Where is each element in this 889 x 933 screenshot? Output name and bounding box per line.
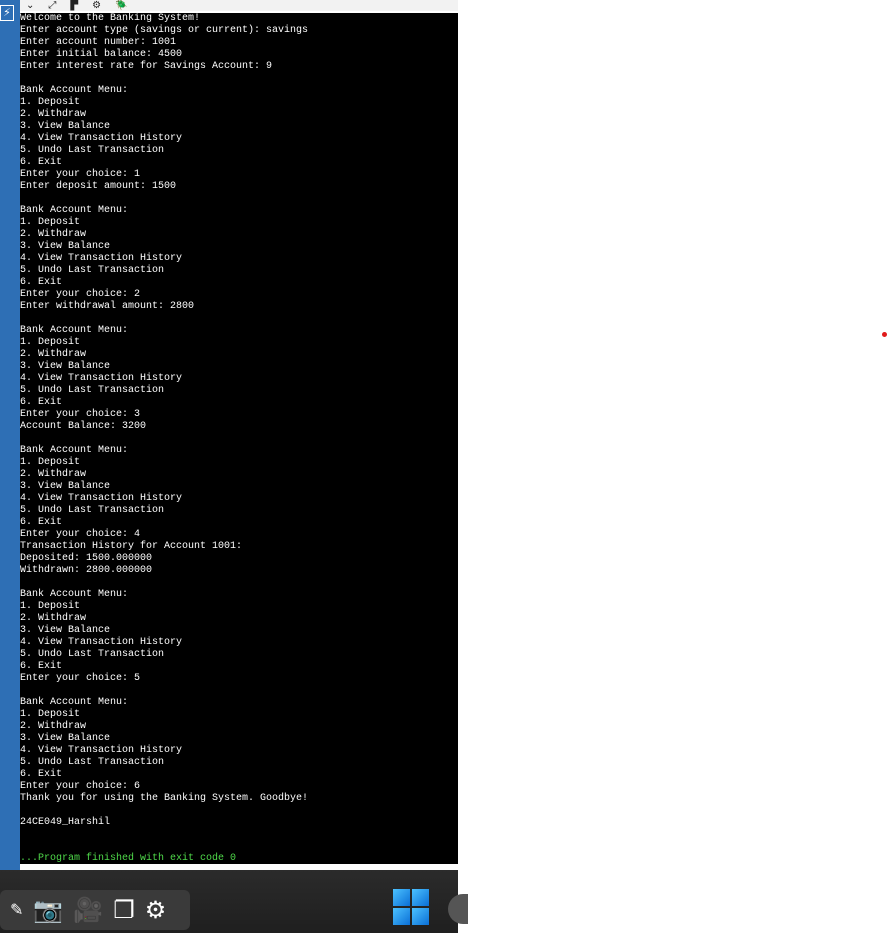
console-line: 5. Undo Last Transaction — [20, 265, 165, 276]
window-stack-icon[interactable]: ❐ — [113, 896, 135, 924]
console-line: 5. Undo Last Transaction — [20, 757, 165, 768]
console-line: 1. Deposit — [20, 97, 81, 108]
console-line: 4. View Transaction History — [20, 745, 183, 756]
console-line: 5. Undo Last Transaction — [20, 145, 165, 156]
console-line: 3. View Balance — [20, 121, 111, 132]
taskbar-edge-button[interactable] — [448, 894, 468, 924]
console-line: 2. Withdraw — [20, 349, 87, 360]
console-line: 4. View Transaction History — [20, 253, 183, 264]
console-line: 6. Exit — [20, 661, 63, 672]
console-line: 24CE049_Harshil — [20, 817, 111, 828]
console-line: 2. Withdraw — [20, 469, 87, 480]
console-line: Enter your choice: 1 — [20, 169, 141, 180]
console-line: Transaction History for Account 1001: — [20, 541, 243, 552]
editor-toolbar: ⌄ ⤢ ▛ ⚙ 🪲 — [0, 0, 458, 11]
console-line: Enter your choice: 6 — [20, 781, 141, 792]
console-line: 4. View Transaction History — [20, 373, 183, 384]
console-line: Enter your choice: 2 — [20, 289, 141, 300]
console-line: Thank you for using the Banking System. … — [20, 793, 309, 804]
console-line: Withdrawn: 2800.000000 — [20, 565, 153, 576]
console-line: Bank Account Menu: — [20, 589, 129, 600]
console-line: 3. View Balance — [20, 361, 111, 372]
console-line: 2. Withdraw — [20, 721, 87, 732]
console-line: 2. Withdraw — [20, 109, 87, 120]
console-line: Account Balance: 3200 — [20, 421, 147, 432]
expand-icon[interactable]: ⤢ — [48, 0, 56, 11]
video-camera-icon[interactable]: 🎥 — [73, 896, 103, 924]
console-line: Enter withdrawal amount: 2800 — [20, 301, 195, 312]
console-line: 2. Withdraw — [20, 613, 87, 624]
capture-toolbar: ✎ 📷 🎥 ❐ ⚙ — [0, 890, 190, 930]
console-line: Bank Account Menu: — [20, 445, 129, 456]
chevron-down-icon[interactable]: ⌄ — [26, 0, 34, 11]
console-line: 1. Deposit — [20, 337, 81, 348]
console-line: 6. Exit — [20, 157, 63, 168]
console-line: 1. Deposit — [20, 457, 81, 468]
lightning-icon[interactable]: ⚡ — [0, 5, 14, 21]
console-line: Welcome to the Banking System! — [20, 13, 201, 24]
console-line: Enter your choice: 5 — [20, 673, 141, 684]
console-line: Bank Account Menu: — [20, 325, 129, 336]
console-line: Enter account number: 1001 — [20, 37, 177, 48]
console-line: Bank Account Menu: — [20, 697, 129, 708]
pin-icon[interactable]: ✎ — [10, 896, 23, 924]
console-line: 2. Withdraw — [20, 229, 87, 240]
red-dot-marker — [882, 332, 887, 337]
windows-logo-icon[interactable] — [393, 889, 429, 925]
console-line: ...Program finished with exit code 0 — [20, 853, 237, 864]
console-line: Enter your choice: 3 — [20, 409, 141, 420]
console-line: 1. Deposit — [20, 601, 81, 612]
console-line: 6. Exit — [20, 769, 63, 780]
console-line: 3. View Balance — [20, 625, 111, 636]
console-line: Enter account type (savings or current):… — [20, 25, 309, 36]
console-line: 3. View Balance — [20, 241, 111, 252]
settings-gear-icon[interactable]: ⚙ — [145, 896, 167, 924]
console-line: 6. Exit — [20, 277, 63, 288]
console-line: Deposited: 1500.000000 — [20, 553, 153, 564]
taskbar: ✎ 📷 🎥 ❐ ⚙ — [0, 870, 468, 933]
console-line: Enter deposit amount: 1500 — [20, 181, 177, 192]
camera-icon[interactable]: 📷 — [33, 896, 63, 924]
console-output[interactable]: Welcome to the Banking System! Enter acco… — [20, 13, 458, 864]
console-line: 4. View Transaction History — [20, 637, 183, 648]
gear-icon[interactable]: ⚙ — [92, 0, 101, 11]
console-line: 5. Undo Last Transaction — [20, 505, 165, 516]
console-line: 6. Exit — [20, 517, 63, 528]
console-line: 6. Exit — [20, 397, 63, 408]
console-line: 5. Undo Last Transaction — [20, 649, 165, 660]
console-line: 1. Deposit — [20, 709, 81, 720]
console-line: 5. Undo Last Transaction — [20, 385, 165, 396]
debug-icon[interactable]: 🪲 — [115, 0, 127, 11]
left-sidebar: ⚡ — [0, 0, 20, 870]
console-line: Enter interest rate for Savings Account:… — [20, 61, 273, 72]
console-line: 4. View Transaction History — [20, 133, 183, 144]
console-line: 3. View Balance — [20, 481, 111, 492]
console-line: Enter initial balance: 4500 — [20, 49, 183, 60]
console-line: 1. Deposit — [20, 217, 81, 228]
console-line: 4. View Transaction History — [20, 493, 183, 504]
console-line: Bank Account Menu: — [20, 85, 129, 96]
format-icon[interactable]: ▛ — [70, 0, 78, 11]
console-line: Bank Account Menu: — [20, 205, 129, 216]
console-line: Enter your choice: 4 — [20, 529, 141, 540]
console-line: 3. View Balance — [20, 733, 111, 744]
